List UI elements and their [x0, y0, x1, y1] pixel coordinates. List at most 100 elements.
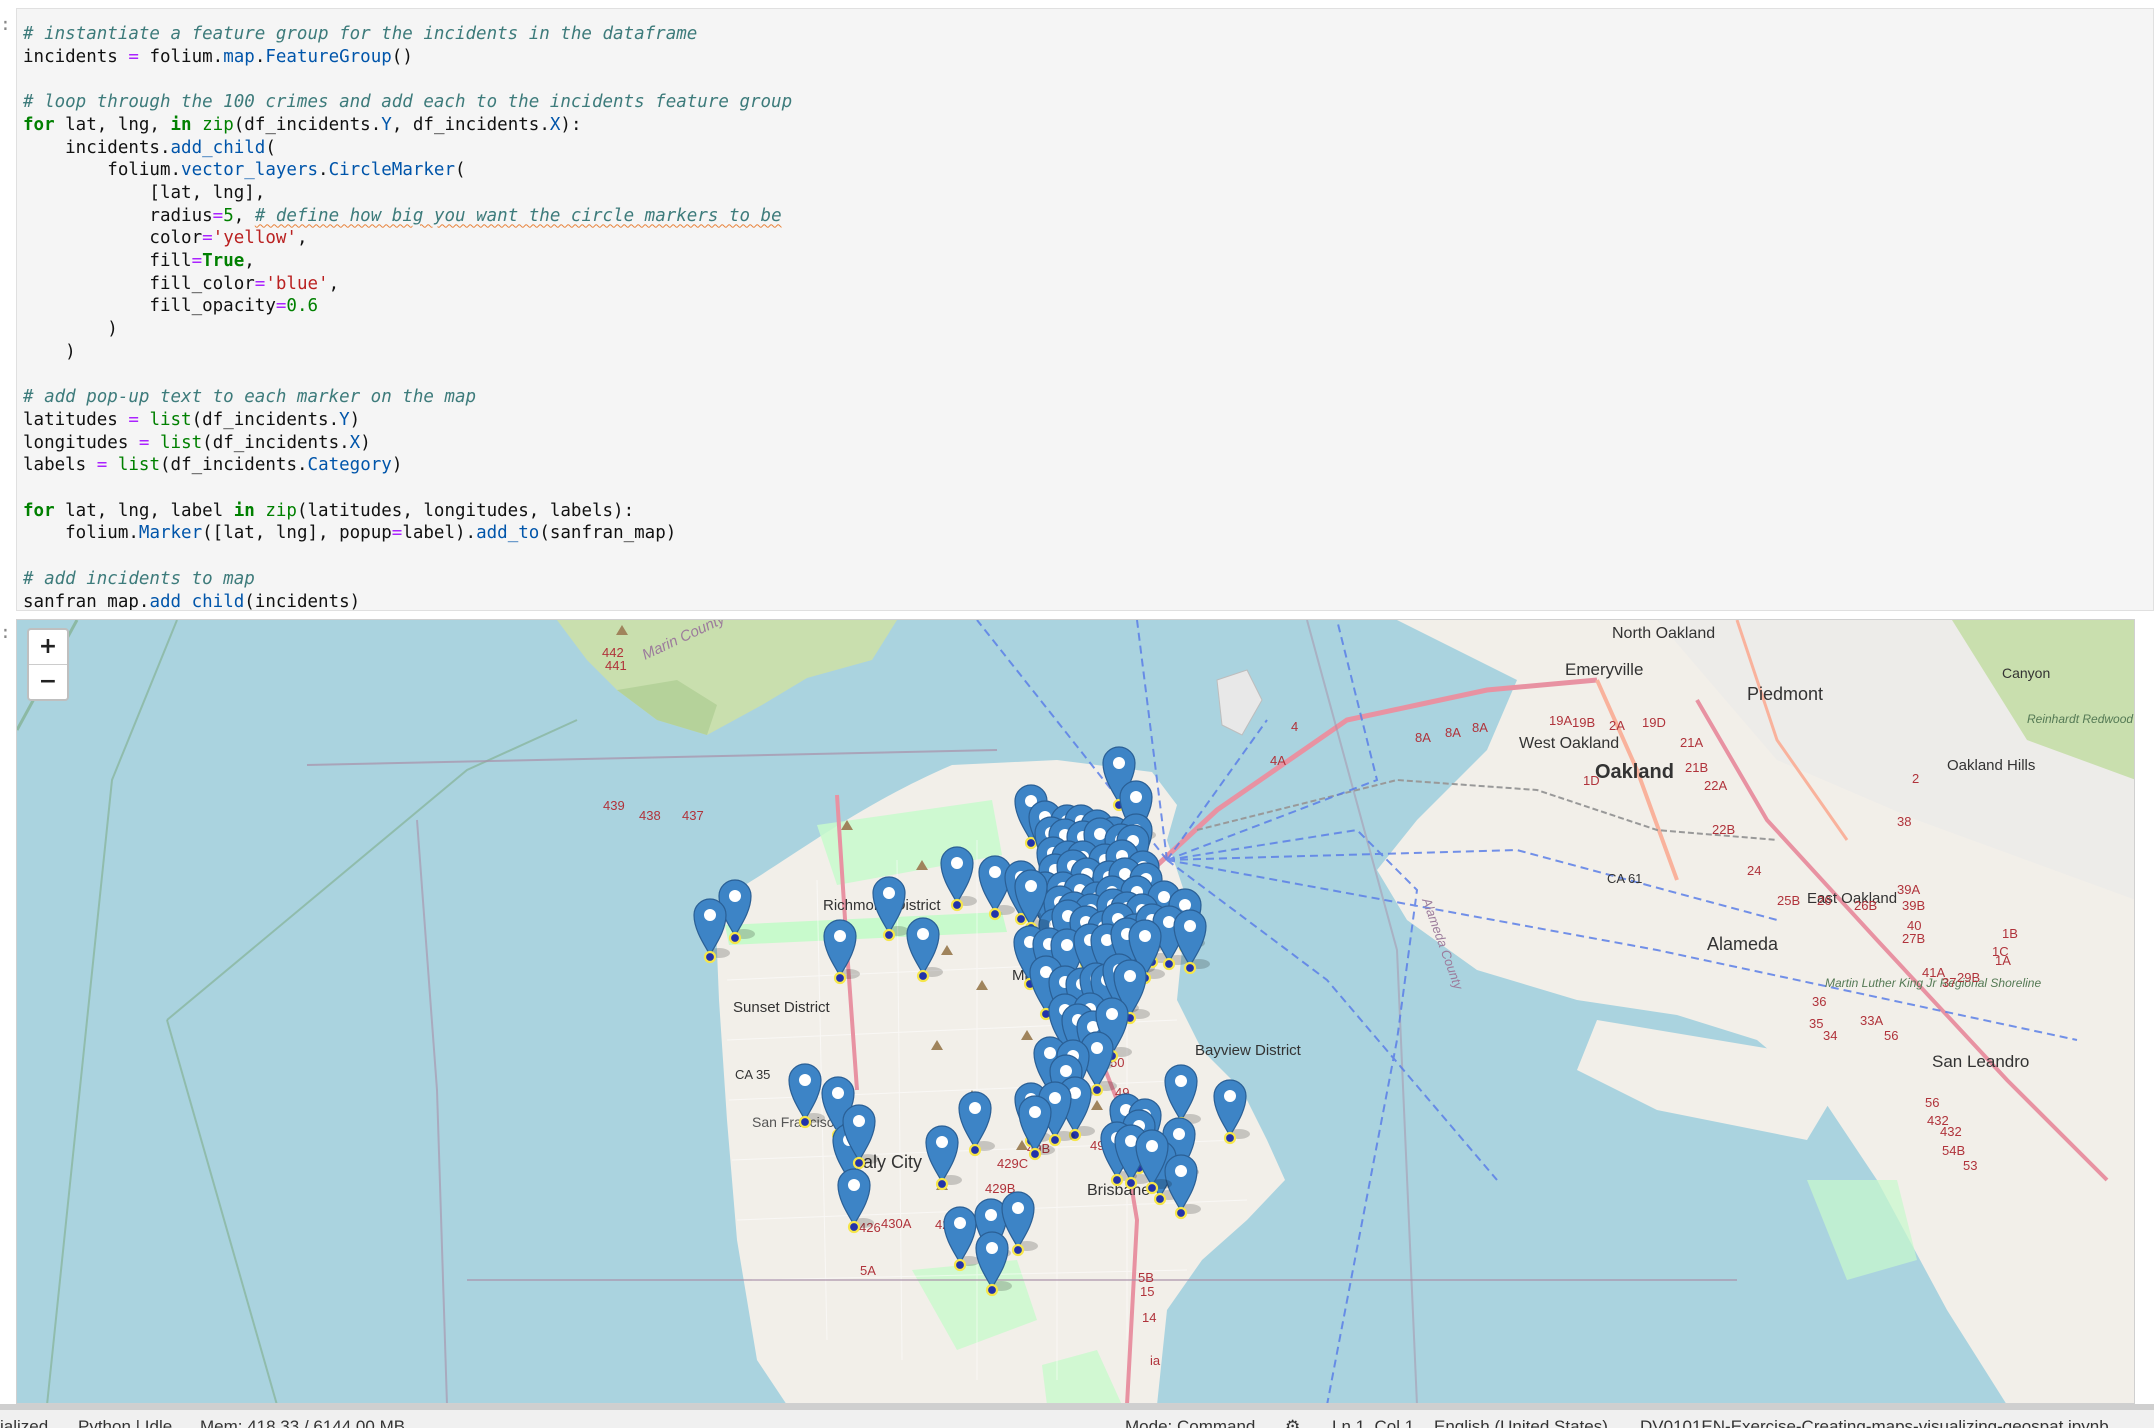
settings-icon[interactable]: ⚙: [1285, 1417, 1300, 1428]
code-line[interactable]: ): [23, 341, 2153, 364]
road-number-label: 36: [1812, 994, 1826, 1009]
place-label: Sunset District: [733, 999, 831, 1016]
kernel-status[interactable]: Python | Idle: [78, 1417, 172, 1428]
road-number-label: 25B: [1777, 893, 1800, 908]
place-label: Oakland Hills: [1947, 757, 2035, 774]
road-number-label: 437: [682, 808, 704, 823]
road-number-label: 14: [1142, 1310, 1156, 1325]
status-bar: ialized Python | Idle Mem: 418.33 / 6144…: [0, 1404, 2154, 1428]
language[interactable]: English (United States): [1434, 1417, 1608, 1428]
place-label: Reinhardt Redwood Regional Park: [2027, 712, 2135, 726]
road-number-label: 39A: [1897, 882, 1920, 897]
code-line[interactable]: [23, 364, 2153, 387]
code-line[interactable]: for lat, lng, label in zip(latitudes, lo…: [23, 500, 2153, 523]
mode-indicator[interactable]: Mode: Command: [1125, 1417, 1255, 1428]
code-line[interactable]: for lat, lng, in zip(df_incidents.Y, df_…: [23, 114, 2153, 137]
road-number-label: 8A: [1415, 730, 1431, 745]
place-label: Piedmont: [1747, 684, 1823, 704]
road-number-label: 438: [639, 808, 661, 823]
road-number-label: 1B: [2002, 926, 2018, 941]
code-line[interactable]: labels = list(df_incidents.Category): [23, 454, 2153, 477]
kernel-state: ialized: [0, 1417, 49, 1428]
zoom-in-button[interactable]: +: [29, 630, 67, 665]
cell-prompt-marker: :: [0, 14, 11, 35]
road-number-label: 4: [1291, 719, 1298, 734]
code-line[interactable]: [23, 545, 2153, 568]
road-number-label: 1D: [1583, 773, 1600, 788]
code-line[interactable]: color='yellow',: [23, 227, 2153, 250]
road-number-label: 430A: [881, 1216, 912, 1231]
code-line[interactable]: [23, 477, 2153, 500]
road-number-label: 432: [1940, 1124, 1962, 1139]
code-line[interactable]: fill_opacity=0.6: [23, 295, 2153, 318]
road-number-label: 8A: [1472, 720, 1488, 735]
road-number-label: 56: [1884, 1028, 1898, 1043]
road-number-label: ia: [1150, 1353, 1161, 1368]
place-label: Alameda: [1707, 934, 1779, 954]
place-label: Canyon: [2002, 665, 2050, 681]
place-label: West Oakland: [1519, 735, 1619, 752]
code-line[interactable]: fill=True,: [23, 250, 2153, 273]
road-number-label: 441: [605, 658, 627, 673]
place-label: Oakland: [1595, 761, 1674, 783]
map-output[interactable]: Marin County North Oakland Emeryville Canyo…: [16, 619, 2135, 1404]
road-number-label: 4A: [1270, 753, 1286, 768]
file-name: DV0101EN-Exercise-Creating-maps-visualiz…: [1640, 1417, 2109, 1428]
road-number-label: 5A: [860, 1263, 876, 1278]
road-number-label: 54B: [1942, 1143, 1965, 1158]
output-prompt-marker: :: [0, 622, 11, 643]
place-label: Bayview District: [1195, 1042, 1302, 1059]
code-line[interactable]: folium.vector_layers.CircleMarker(: [23, 159, 2153, 182]
code-line[interactable]: longitudes = list(df_incidents.X): [23, 432, 2153, 455]
zoom-out-button[interactable]: −: [29, 665, 67, 699]
road-number-label: 40: [1907, 918, 1921, 933]
code-line[interactable]: # add incidents to map: [23, 568, 2153, 591]
code-line[interactable]: latitudes = list(df_incidents.Y): [23, 409, 2153, 432]
code-line[interactable]: ): [23, 318, 2153, 341]
code-line[interactable]: # instantiate a feature group for the in…: [23, 23, 2153, 46]
map-canvas[interactable]: Marin County North OaklandEmeryville Canyo…: [17, 620, 2135, 1404]
code-editor[interactable]: # instantiate a feature group for the in…: [17, 9, 2153, 610]
road-number-label: 19B: [1572, 715, 1595, 730]
road-number-label: 39B: [1902, 898, 1925, 913]
road-number-label: 21A: [1680, 735, 1703, 750]
code-line[interactable]: fill_color='blue',: [23, 273, 2153, 296]
memory-usage: Mem: 418.33 / 6144.00 MB: [200, 1417, 406, 1428]
road-number-label: 37: [1942, 975, 1956, 990]
code-line[interactable]: incidents.add_child(: [23, 137, 2153, 160]
road-number-label: 34: [1823, 1028, 1837, 1043]
road-number-label: 21B: [1685, 760, 1708, 775]
road-number-label: 8A: [1445, 725, 1461, 740]
road-number-label: 56: [1925, 1095, 1939, 1110]
road-number-label: 2: [1912, 771, 1919, 786]
place-label: North Oakland: [1612, 625, 1715, 642]
road-number-label: 2A: [1609, 718, 1625, 733]
road-number-label: 27B: [1902, 931, 1925, 946]
place-label: CA 61: [1607, 871, 1642, 886]
code-cell[interactable]: # instantiate a feature group for the in…: [16, 8, 2154, 611]
code-line[interactable]: radius=5, # define how big you want the …: [23, 205, 2153, 228]
road-number-label: 19A: [1549, 713, 1572, 728]
code-line[interactable]: # add pop-up text to each marker on the …: [23, 386, 2153, 409]
cursor-position[interactable]: Ln 1, Col 1: [1332, 1417, 1414, 1428]
road-number-label: 5B: [1138, 1270, 1154, 1285]
road-number-label: 26: [1817, 893, 1831, 908]
road-number-label: 29B: [1957, 970, 1980, 985]
code-line[interactable]: # loop through the 100 crimes and add ea…: [23, 91, 2153, 114]
road-number-label: 53: [1963, 1158, 1977, 1173]
road-number-label: 35: [1809, 1016, 1823, 1031]
road-number-label: 38: [1897, 814, 1911, 829]
code-line[interactable]: folium.Marker([lat, lng], popup=label).a…: [23, 522, 2153, 545]
road-number-label: 439: [603, 798, 625, 813]
place-label: CA 35: [735, 1067, 770, 1082]
code-line[interactable]: incidents = folium.map.FeatureGroup(): [23, 46, 2153, 69]
place-label: San Leandro: [1932, 1052, 2029, 1071]
zoom-control: + −: [27, 628, 69, 701]
code-line[interactable]: sanfran_map.add_child(incidents): [23, 591, 2153, 610]
code-line[interactable]: [23, 68, 2153, 91]
road-number-label: 24: [1747, 863, 1761, 878]
road-number-label: 19D: [1642, 715, 1666, 730]
road-number-label: 1C: [1992, 944, 2009, 959]
code-line[interactable]: [lat, lng],: [23, 182, 2153, 205]
road-number-label: 33A: [1860, 1013, 1883, 1028]
